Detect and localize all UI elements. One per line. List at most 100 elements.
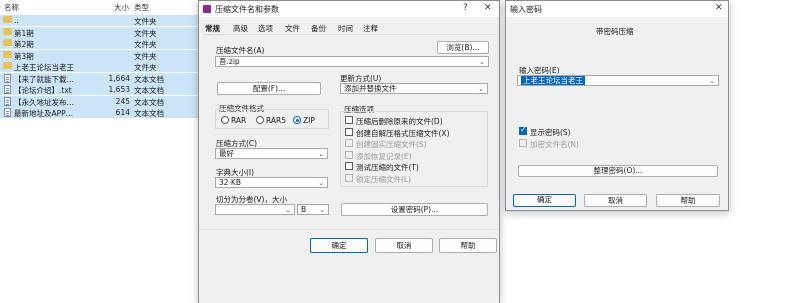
browse-button[interactable]: 浏览(B)... bbox=[437, 41, 489, 54]
chevron-down-icon[interactable]: ⌄ bbox=[319, 205, 325, 214]
archive-name-label: 压缩文件名(A) bbox=[216, 46, 265, 55]
file-size: 245 bbox=[115, 96, 130, 106]
file-name: 上老王论坛当老王 bbox=[14, 63, 74, 72]
file-type: 文件夹 bbox=[134, 63, 157, 72]
text-file-icon bbox=[4, 96, 11, 106]
password-value: 上老王论坛当老王 bbox=[521, 76, 585, 85]
password-dialog-titlebar[interactable]: 输入密码 ✕ bbox=[506, 1, 728, 17]
format-radio-rar[interactable] bbox=[221, 116, 229, 124]
split-size-input[interactable]: ⌄ bbox=[215, 204, 295, 215]
tab-2[interactable]: 选项 bbox=[258, 23, 273, 34]
option-checkbox[interactable] bbox=[345, 162, 353, 170]
file-row[interactable]: 第1期 文件夹 bbox=[0, 26, 200, 38]
column-type-header[interactable]: 类型 bbox=[134, 2, 149, 13]
set-password-button[interactable]: 设置密码(P)... bbox=[341, 203, 488, 216]
option-checkbox[interactable] bbox=[345, 173, 353, 182]
option-label: 创建自解压格式压缩文件(X) bbox=[356, 128, 450, 138]
tab-1[interactable]: 高级 bbox=[233, 23, 248, 34]
file-size: 1,653 bbox=[108, 85, 130, 94]
encrypt-names-checkbox[interactable] bbox=[519, 139, 527, 147]
file-row[interactable]: 上老王论坛当老王 文件夹 bbox=[0, 61, 200, 72]
file-row[interactable]: 第2期 文件夹 bbox=[0, 38, 200, 49]
tab-5[interactable]: 时间 bbox=[338, 23, 353, 34]
password-cancel-button[interactable]: 取消 bbox=[584, 194, 647, 207]
split-unit-select[interactable]: B ⌄ bbox=[297, 204, 329, 215]
chevron-down-icon[interactable]: ⌄ bbox=[285, 205, 291, 214]
file-type: 文件夹 bbox=[134, 28, 157, 38]
show-password-label: 显示密码(S) bbox=[530, 128, 571, 137]
tab-3[interactable]: 文件 bbox=[285, 23, 300, 34]
file-name: 第3期 bbox=[14, 51, 34, 61]
file-name: .. bbox=[14, 16, 19, 25]
folder-icon bbox=[3, 39, 12, 46]
update-mode-value: 添加并替换文件 bbox=[344, 84, 397, 93]
option-label: 压缩后删除原来的文件(D) bbox=[356, 117, 443, 126]
file-type: 文本文档 bbox=[134, 86, 164, 95]
file-name: 最新地址及APP… bbox=[14, 109, 74, 118]
help-button[interactable]: 帮助 bbox=[439, 238, 497, 253]
chevron-down-icon[interactable]: ⌄ bbox=[479, 57, 485, 66]
dictionary-select[interactable]: 32 KB ⌄ bbox=[215, 177, 328, 188]
method-select[interactable]: 最好 ⌄ bbox=[215, 148, 328, 159]
file-row[interactable]: 【永久地址发布… 245 文本文档 bbox=[0, 95, 200, 107]
close-icon[interactable]: ✕ bbox=[715, 3, 723, 13]
profile-button[interactable]: 配置(F)... bbox=[217, 82, 321, 95]
file-type: 文件夹 bbox=[134, 51, 157, 61]
archive-name-value: 吾.zip bbox=[219, 57, 240, 66]
option-label: 锁定压缩文件(L) bbox=[356, 174, 412, 184]
chevron-down-icon[interactable]: ⌄ bbox=[318, 149, 324, 158]
password-help-button[interactable]: 帮助 bbox=[656, 194, 720, 207]
option-checkbox[interactable] bbox=[345, 127, 353, 136]
cancel-button[interactable]: 取消 bbox=[375, 238, 433, 253]
tab-divider bbox=[203, 34, 497, 35]
close-icon[interactable]: ✕ bbox=[484, 3, 492, 13]
file-row[interactable]: 最新地址及APP… 614 文本文档 bbox=[0, 107, 200, 118]
file-type: 文本文档 bbox=[134, 109, 164, 118]
file-size: 1,664 bbox=[108, 73, 130, 83]
winrar-icon bbox=[203, 5, 211, 13]
chevron-down-icon[interactable]: ⌄ bbox=[318, 178, 324, 187]
format-radio-zip[interactable] bbox=[293, 116, 301, 124]
archive-dialog-title: 压缩文件名和参数 bbox=[215, 5, 279, 14]
password-ok-button[interactable]: 确定 bbox=[513, 194, 576, 207]
column-size-header[interactable]: 大小 bbox=[114, 2, 129, 13]
option-checkbox[interactable] bbox=[345, 139, 353, 147]
format-label-rar: RAR bbox=[231, 116, 247, 125]
show-password-checkbox[interactable] bbox=[519, 125, 527, 135]
archive-dialog: 压缩文件名和参数 ? ✕ 常规 高级 选项 文件 备份 时间 注释 压缩文件名(A) 浏览(… bbox=[198, 0, 500, 303]
update-mode-select[interactable]: 添加并替换文件 ⌄ bbox=[340, 83, 488, 94]
file-list-header: 名称 大小 类型 bbox=[0, 2, 200, 14]
file-size: 614 bbox=[115, 108, 130, 117]
file-name: 【论坛介绍】.txt bbox=[14, 86, 72, 95]
format-radio-rar5[interactable] bbox=[256, 116, 264, 124]
file-type: 文件夹 bbox=[134, 17, 157, 26]
option-checkbox[interactable] bbox=[345, 116, 353, 124]
text-file-icon bbox=[4, 85, 11, 94]
ok-button[interactable]: 确定 bbox=[310, 238, 368, 253]
help-icon[interactable]: ? bbox=[463, 3, 468, 13]
column-name-header[interactable]: 名称 bbox=[4, 2, 19, 13]
file-type: 文件夹 bbox=[134, 40, 157, 49]
split-unit-value: B bbox=[301, 205, 307, 214]
file-row[interactable]: .. 文件夹 bbox=[0, 15, 200, 26]
chevron-down-icon[interactable]: ⌄ bbox=[478, 84, 484, 93]
encrypt-names-label: 加密文件名(N) bbox=[530, 140, 579, 149]
organize-passwords-button[interactable]: 整理密码(O)... bbox=[518, 165, 718, 177]
file-name: 第1期 bbox=[14, 28, 34, 38]
archive-name-input[interactable]: 吾.zip ⌄ bbox=[215, 56, 489, 67]
format-label-rar5: RAR5 bbox=[266, 116, 287, 125]
tab-4[interactable]: 备份 bbox=[311, 23, 326, 34]
option-label: 创建固实压缩文件(S) bbox=[356, 140, 427, 149]
archive-dialog-titlebar[interactable]: 压缩文件名和参数 ? ✕ bbox=[199, 1, 499, 17]
file-row[interactable]: 第3期 文件夹 bbox=[0, 49, 200, 61]
password-input[interactable]: 上老王论坛当老王 ⌄ bbox=[517, 75, 719, 86]
tab-0[interactable]: 常规 bbox=[205, 23, 220, 34]
file-row[interactable]: 【来了就能下载… 1,664 文本文档 bbox=[0, 72, 200, 84]
option-checkbox[interactable] bbox=[345, 150, 353, 159]
chevron-down-icon[interactable]: ⌄ bbox=[709, 76, 715, 85]
file-row[interactable]: 【论坛介绍】.txt 1,653 文本文档 bbox=[0, 84, 200, 95]
password-heading: 带密码压缩 bbox=[596, 27, 634, 36]
option-label: 添加恢复记录(E) bbox=[356, 151, 412, 161]
file-type: 文本文档 bbox=[134, 97, 164, 107]
tab-6[interactable]: 注释 bbox=[363, 23, 378, 34]
